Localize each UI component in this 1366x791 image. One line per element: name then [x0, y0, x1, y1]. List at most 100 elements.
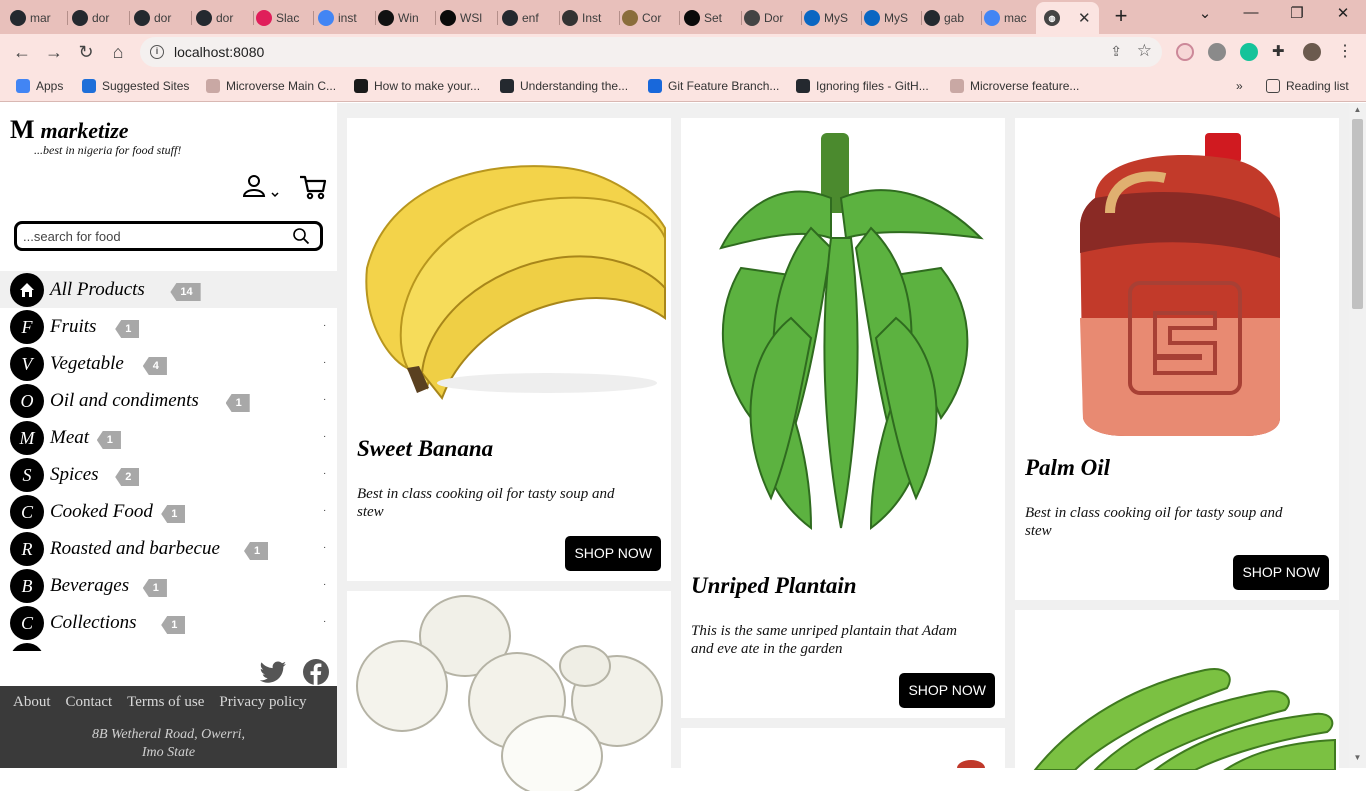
footer-link[interactable]: Contact: [66, 694, 113, 711]
browser-tab[interactable]: Slac: [256, 4, 314, 32]
bookmark-item[interactable]: How to make your...: [354, 77, 480, 95]
shop-now-button[interactable]: SHOP NOW: [1233, 555, 1329, 590]
tab-favicon-icon: [502, 10, 518, 26]
category-item[interactable]: B Beverages 1 ·: [0, 567, 337, 604]
product-card[interactable]: [347, 591, 671, 791]
browser-tab[interactable]: inst: [318, 4, 376, 32]
product-title[interactable]: Unriped Plantain: [691, 573, 857, 599]
bookmark-item[interactable]: Microverse Main C...: [206, 77, 336, 95]
category-item[interactable]: C Collections 1 ·: [0, 604, 337, 641]
footer-link[interactable]: Privacy policy: [219, 694, 306, 711]
reading-list-button[interactable]: Reading list: [1266, 77, 1349, 95]
footer-link[interactable]: Terms of use: [127, 694, 204, 711]
browser-tab[interactable]: enf: [502, 4, 560, 32]
category-name[interactable]: Fruits: [50, 316, 96, 338]
bookmark-item[interactable]: Microverse feature...: [950, 77, 1079, 95]
reload-button[interactable]: ↻: [74, 41, 98, 63]
browser-tab[interactable]: Cor: [622, 4, 680, 32]
close-tab-icon[interactable]: ✕: [1078, 9, 1091, 27]
scrollbar[interactable]: ▲ ▼: [1349, 103, 1366, 768]
category-name[interactable]: Roasted and barbecue: [50, 538, 220, 560]
footer-link[interactable]: About: [13, 694, 51, 711]
bookmark-item[interactable]: Ignoring files - GitH...: [796, 77, 929, 95]
category-item[interactable]: C Cooked Food 1 ·: [0, 493, 337, 530]
browser-tab[interactable]: Set: [684, 4, 742, 32]
category-name[interactable]: Cooked Food: [50, 501, 153, 523]
bookmark-item[interactable]: Suggested Sites: [82, 77, 189, 95]
search-input[interactable]: [23, 226, 283, 246]
browser-tab[interactable]: mar: [10, 4, 68, 32]
tab-active[interactable]: ◍ ✕: [1036, 2, 1099, 34]
product-card[interactable]: Sweet Banana Best in class cooking oil f…: [347, 118, 671, 581]
browser-tab[interactable]: dor: [134, 4, 192, 32]
search-icon[interactable]: [292, 227, 310, 245]
category-item[interactable]: V Vegetable 4 ·: [0, 345, 337, 382]
cart-icon[interactable]: [299, 173, 327, 201]
product-card[interactable]: [1015, 610, 1339, 790]
forward-button[interactable]: →: [42, 41, 66, 63]
category-name[interactable]: Vegetable: [50, 353, 124, 375]
scrollbar-thumb[interactable]: [1352, 119, 1363, 309]
profile-avatar[interactable]: [1303, 43, 1321, 61]
category-item[interactable]: M Meat 1 ·: [0, 419, 337, 456]
bookmark-item[interactable]: Git Feature Branch...: [648, 77, 779, 95]
bookmark-star-icon[interactable]: ☆: [1137, 41, 1152, 61]
category-name[interactable]: Beverages: [50, 575, 129, 597]
reading-list-icon: [1266, 79, 1280, 93]
shop-now-button[interactable]: SHOP NOW: [899, 673, 995, 708]
product-title[interactable]: Sweet Banana: [357, 436, 493, 462]
address-bar[interactable]: i localhost:8080 ⇪ ☆: [140, 37, 1162, 67]
back-button[interactable]: ←: [10, 41, 34, 63]
category-name[interactable]: Meat: [50, 427, 89, 449]
site-info-icon[interactable]: i: [150, 45, 164, 59]
browser-tab[interactable]: Dor: [744, 4, 802, 32]
more-bookmarks-button[interactable]: »: [1236, 77, 1243, 95]
home-button[interactable]: ⌂: [106, 41, 130, 63]
browser-tab[interactable]: dor: [72, 4, 130, 32]
browser-tab[interactable]: MyS: [864, 4, 922, 32]
facebook-icon[interactable]: [302, 658, 330, 686]
minimize-button[interactable]: —: [1236, 4, 1266, 26]
product-card[interactable]: Palm Oil Best in class cooking oil for t…: [1015, 118, 1339, 600]
bookmark-item[interactable]: Understanding the...: [500, 77, 628, 95]
category-count-badge: 2: [115, 468, 140, 486]
recycle-extension-icon[interactable]: [1208, 43, 1226, 61]
browser-tab[interactable]: WSl: [440, 4, 498, 32]
category-item-partial[interactable]: [0, 641, 337, 651]
browser-menu-icon[interactable]: ⋮: [1336, 43, 1354, 61]
browser-tab[interactable]: Inst: [562, 4, 620, 32]
url-text[interactable]: localhost:8080: [174, 44, 264, 60]
category-item[interactable]: R Roasted and barbecue 1 ·: [0, 530, 337, 567]
extensions-puzzle-icon[interactable]: ✚: [1272, 43, 1290, 61]
browser-tab[interactable]: mac: [984, 4, 1042, 32]
new-tab-button[interactable]: +: [1109, 5, 1133, 29]
twitter-icon[interactable]: [260, 658, 288, 686]
browser-tab[interactable]: MyS: [804, 4, 862, 32]
scroll-up-icon[interactable]: ▲: [1352, 105, 1363, 114]
tab-search-icon[interactable]: ⌄: [1190, 4, 1220, 26]
category-item[interactable]: S Spices 2 ·: [0, 456, 337, 493]
category-item[interactable]: F Fruits 1 ·: [0, 308, 337, 345]
grammarly-icon[interactable]: [1240, 43, 1258, 61]
close-window-button[interactable]: ✕: [1328, 4, 1358, 26]
product-card[interactable]: [681, 728, 1005, 788]
bookmark-item[interactable]: Apps: [16, 77, 63, 95]
restore-button[interactable]: ❐: [1282, 4, 1312, 26]
shop-now-button[interactable]: SHOP NOW: [565, 536, 661, 571]
category-name[interactable]: Oil and condiments: [50, 390, 199, 412]
logo[interactable]: Mmarketize: [10, 115, 129, 145]
scroll-down-icon[interactable]: ▼: [1352, 753, 1363, 762]
category-name[interactable]: Collections: [50, 612, 137, 634]
browser-tab[interactable]: Win: [378, 4, 436, 32]
user-account-icon[interactable]: [242, 174, 283, 200]
browser-tab[interactable]: dor: [196, 4, 254, 32]
category-name[interactable]: All Products: [50, 279, 145, 301]
share-icon[interactable]: ⇪: [1110, 43, 1122, 60]
category-name[interactable]: Spices: [50, 464, 99, 486]
category-item[interactable]: All Products 14: [0, 271, 337, 308]
product-card[interactable]: Unriped Plantain This is the same unripe…: [681, 118, 1005, 718]
product-title[interactable]: Palm Oil: [1025, 455, 1110, 481]
extension-icon[interactable]: [1176, 43, 1194, 61]
category-item[interactable]: O Oil and condiments 1 ·: [0, 382, 337, 419]
browser-tab[interactable]: gab: [924, 4, 982, 32]
